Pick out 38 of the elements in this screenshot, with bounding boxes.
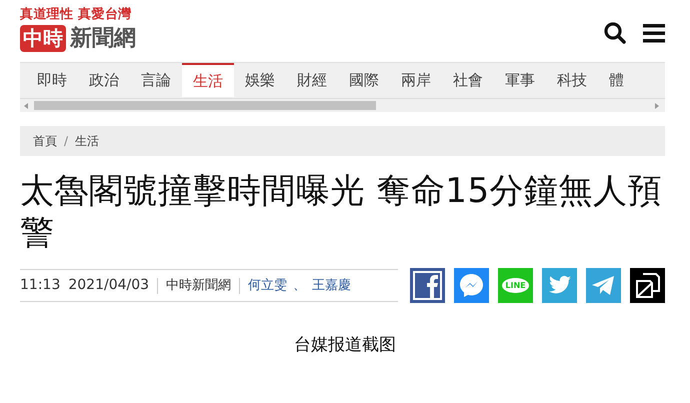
slogan: 真道理性 真愛台灣 (20, 7, 132, 23)
category-tab[interactable]: 政治 (78, 63, 130, 98)
category-tab[interactable]: 言論 (130, 63, 182, 98)
letter-f-icon (410, 268, 445, 303)
scrollbar-thumb[interactable] (34, 101, 376, 110)
scroll-right-icon[interactable] (655, 102, 659, 108)
scroll-left-icon[interactable] (24, 102, 28, 108)
news-source[interactable]: 中時新聞網 (166, 276, 232, 296)
site-logo[interactable]: 中時 新聞網 (20, 25, 136, 52)
search-icon[interactable] (603, 21, 627, 45)
copy-link-button[interactable] (630, 268, 665, 303)
publish-date: 2021/04/03 (68, 276, 150, 295)
category-tab[interactable]: 社會 (442, 63, 494, 98)
category-tab[interactable]: 兩岸 (390, 63, 442, 98)
share-button[interactable] (586, 268, 621, 303)
author-link[interactable]: 何立雯 (248, 276, 288, 296)
category-tab[interactable]: 娛樂 (234, 63, 286, 98)
share-button[interactable] (454, 268, 489, 303)
logo-mark: 中時 (20, 25, 66, 52)
publish-time: 11:13 (20, 276, 60, 295)
article-title: 太魯閣號撞擊時間曝光 奪命15分鐘無人預警 (20, 170, 664, 254)
category-tab[interactable]: 軍事 (494, 63, 546, 98)
image-caption: 台媒报道截图 (294, 334, 396, 357)
author-separator: 、 (293, 276, 306, 295)
horizontal-scrollbar[interactable] (20, 98, 665, 112)
category-tab[interactable]: 體 (598, 63, 635, 98)
author-link[interactable]: 王嘉慶 (312, 276, 352, 296)
category-tab[interactable]: 國際 (338, 63, 390, 98)
breadcrumb-separator: / (64, 133, 68, 150)
category-tab[interactable]: 科技 (546, 63, 598, 98)
breadcrumb-link[interactable]: 生活 (75, 132, 100, 150)
share-button[interactable] (410, 268, 445, 303)
category-tab[interactable]: 財經 (286, 63, 338, 98)
menu-icon[interactable] (643, 23, 665, 43)
breadcrumb-link[interactable]: 首頁 (33, 132, 57, 150)
category-tab[interactable]: 生活 (182, 63, 234, 97)
category-tab[interactable]: 即時 (26, 63, 78, 98)
logo-text: 新聞網 (70, 25, 136, 52)
